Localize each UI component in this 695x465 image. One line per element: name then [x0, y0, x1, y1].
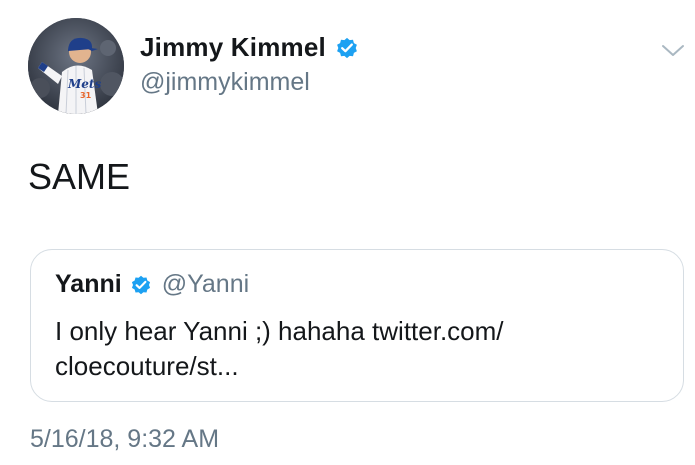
quoted-tweet-text-line-1: I only hear Yanni ;) hahaha twitter.com/: [55, 316, 504, 346]
verified-badge-icon: [337, 37, 357, 58]
quoted-tweet-text-line-2: cloecouture/st...: [55, 351, 239, 381]
tweet-text: SAME: [28, 156, 131, 197]
tweet-card: Mets 31 Jimmy Kimmel @jimmykimmel SAME Y…: [0, 0, 695, 465]
author-handle[interactable]: @jimmykimmel: [140, 68, 310, 97]
quoted-tweet[interactable]: Yanni @Yanni I only hear Yanni ;) hahaha…: [30, 249, 684, 402]
author-name[interactable]: Jimmy Kimmel: [140, 32, 326, 63]
quoted-author-name: Yanni: [55, 270, 122, 298]
quoted-tweet-header: Yanni @Yanni: [55, 270, 249, 299]
svg-text:Mets: Mets: [67, 77, 101, 91]
author-name-row[interactable]: Jimmy Kimmel: [140, 32, 359, 63]
svg-text:31: 31: [80, 91, 92, 100]
verified-badge-icon: [131, 275, 150, 294]
quoted-author-handle: @Yanni: [161, 270, 250, 298]
chevron-down-icon[interactable]: [660, 40, 686, 60]
profile-photo-icon: Mets 31: [28, 18, 124, 114]
avatar[interactable]: Mets 31: [28, 18, 124, 114]
quoted-tweet-text: I only hear Yanni ;) hahaha twitter.com/…: [55, 314, 615, 384]
tweet-timestamp[interactable]: 5/16/18, 9:32 AM: [30, 425, 219, 454]
